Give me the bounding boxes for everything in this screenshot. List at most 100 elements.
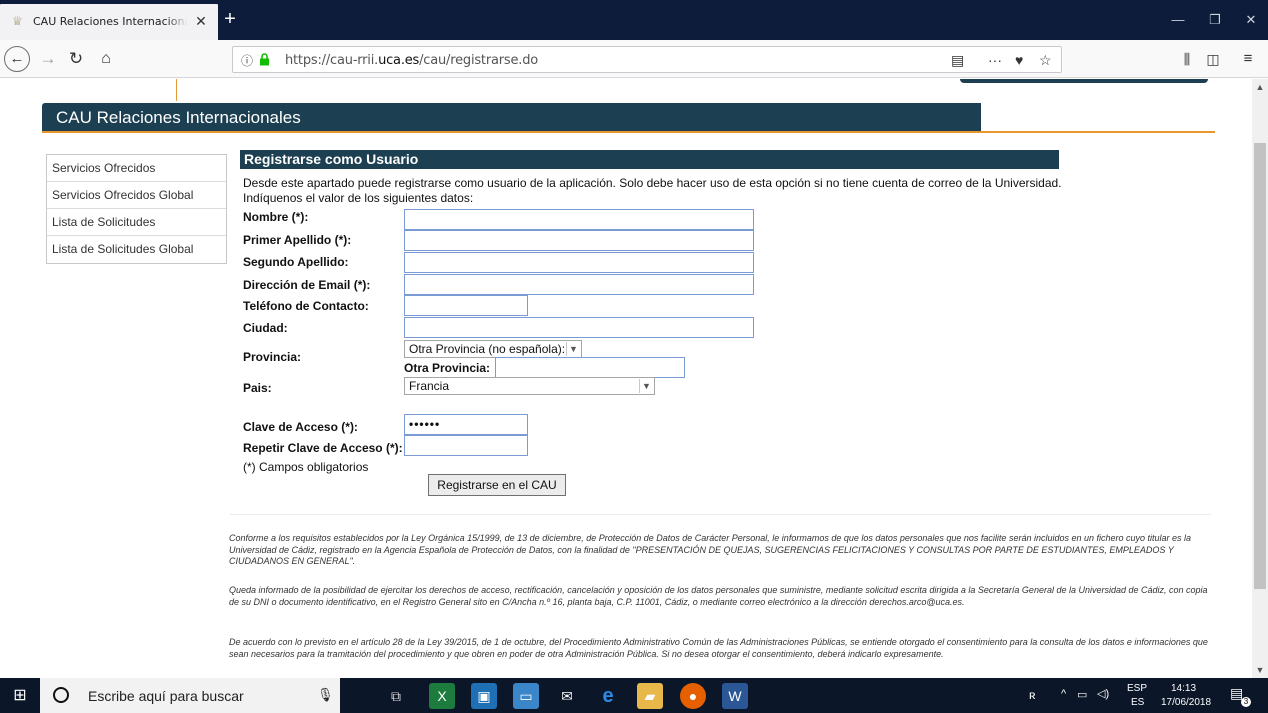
segundo-apellido-input[interactable] (404, 252, 754, 273)
new-tab-icon[interactable]: + (220, 8, 240, 30)
clock-date[interactable]: 17/06/2018 (1161, 697, 1211, 708)
legal-paragraph-1: Conforme a los requisitos establecidos p… (229, 533, 1192, 566)
close-tab-icon[interactable]: ✕ (193, 13, 209, 29)
provincia-selected-value: Otra Provincia (no española): (409, 342, 566, 356)
taskbar-search-placeholder: Escribe aquí para buscar (88, 688, 244, 704)
word-icon[interactable]: W (722, 683, 748, 709)
pais-select[interactable]: Francia ▼ (404, 377, 655, 395)
otra-provincia-label: Otra Provincia: (404, 361, 491, 375)
bookmark-star-icon[interactable]: ☆ (1039, 52, 1052, 69)
repetir-clave-input[interactable] (404, 435, 528, 456)
header-divider (42, 131, 1215, 133)
ciudad-input[interactable] (404, 317, 754, 338)
repetir-clave-label: Repetir Clave de Acceso (*): (243, 441, 403, 455)
tab-title: CAU Relaciones Internacionales (33, 15, 188, 31)
home-icon[interactable]: ⌂ (94, 48, 118, 70)
sidebar-item-lista-solicitudes[interactable]: Lista de Solicitudes (47, 209, 226, 236)
required-fields-note: (*) Campos obligatorios (243, 460, 369, 474)
provincia-label: Provincia: (243, 350, 302, 364)
task-view-icon[interactable]: ⧉ (383, 683, 409, 709)
store-icon[interactable]: ▣ (471, 683, 497, 709)
reader-view-icon[interactable]: ▤ (951, 52, 964, 69)
show-hidden-icons[interactable]: ^ (1061, 688, 1066, 700)
segundo-apellido-label: Segundo Apellido: (243, 255, 349, 269)
input-locale[interactable]: ES (1131, 697, 1144, 708)
sidebar-item-servicios-ofrecidos-global[interactable]: Servicios Ofrecidos Global (47, 182, 226, 209)
clave-label: Clave de Acceso (*): (243, 420, 358, 434)
people-icon[interactable]: ʀ (1029, 688, 1036, 702)
browser-tab[interactable]: ♕ CAU Relaciones Internacionales ✕ (0, 4, 218, 40)
lock-icon (260, 53, 269, 66)
file-explorer-icon[interactable]: ▭ (513, 683, 539, 709)
decorative-bar (960, 79, 1208, 83)
volume-icon[interactable]: ◁) (1097, 687, 1109, 700)
legal-divider (230, 514, 1211, 515)
pais-label: Pais: (243, 381, 272, 395)
telefono-input[interactable] (404, 295, 528, 316)
menu-icon[interactable]: ≡ (1236, 48, 1260, 70)
network-icon[interactable]: ▭ (1077, 688, 1087, 701)
nombre-label: Nombre (*): (243, 210, 309, 224)
pocket-icon[interactable]: ♥ (1015, 52, 1023, 68)
sidebar-item-servicios-ofrecidos[interactable]: Servicios Ofrecidos (47, 155, 226, 182)
windows-taskbar: ⊞ Escribe aquí para buscar 🎙 ⧉ X ▣ ▭ ✉ e… (0, 678, 1268, 713)
address-bar[interactable]: ⓘ https://cau-rrii.uca.es/cau/registrars… (232, 46, 1062, 73)
decorative-line (176, 79, 177, 101)
page-scrollbar[interactable]: ▲ ▼ (1252, 79, 1268, 678)
cortana-icon (53, 687, 69, 703)
input-language[interactable]: ESP (1127, 683, 1147, 694)
register-button[interactable]: Registrarse en el CAU (428, 474, 566, 496)
email-label: Dirección de Email (*): (243, 278, 371, 292)
mail-icon[interactable]: ✉ (554, 683, 580, 709)
pais-selected-value: Francia (409, 379, 450, 393)
library-icon[interactable]: ⫼ (1175, 48, 1199, 70)
site-title: CAU Relaciones Internacionales (56, 108, 301, 127)
forward-arrow-icon[interactable]: → (36, 48, 60, 70)
chevron-down-icon: ▼ (566, 342, 580, 356)
scroll-up-icon[interactable]: ▲ (1254, 82, 1266, 92)
ciudad-label: Ciudad: (243, 321, 288, 335)
nombre-input[interactable] (404, 209, 754, 230)
email-input[interactable] (404, 274, 754, 295)
excel-icon[interactable]: X (429, 683, 455, 709)
windows-start-icon[interactable]: ⊞ (0, 678, 40, 713)
browser-nav-bar: ← → ↻ ⌂ ⓘ https://cau-rrii.uca.es/cau/re… (0, 40, 1268, 78)
edge-icon[interactable]: e (595, 683, 621, 709)
form-instructions: Indíquenos el valor de los siguientes da… (243, 191, 474, 205)
firefox-icon[interactable]: ● (680, 683, 706, 709)
form-title: Registrarse como Usuario (244, 151, 419, 167)
primer-apellido-input[interactable] (404, 230, 754, 251)
url-text: https://cau-rrii.uca.es/cau/registrarse.… (285, 53, 538, 68)
back-arrow-icon[interactable]: ← (4, 46, 30, 72)
scrollbar-thumb[interactable] (1254, 143, 1266, 589)
scroll-down-icon[interactable]: ▼ (1254, 665, 1266, 675)
page-viewport: CAU Relaciones Internacionales Servicios… (0, 79, 1252, 678)
legal-paragraph-3: De acuerdo con lo previsto en el artícul… (229, 637, 1208, 659)
form-header: Registrarse como Usuario (240, 150, 1059, 169)
browser-tab-bar: ♕ CAU Relaciones Internacionales ✕ + — ❐… (0, 0, 1268, 40)
primer-apellido-label: Primer Apellido (*): (243, 233, 352, 247)
provincia-select[interactable]: Otra Provincia (no española): ▼ (404, 340, 582, 358)
sidebar-menu: Servicios Ofrecidos Servicios Ofrecidos … (46, 154, 227, 264)
site-favicon-icon: ♕ (12, 14, 23, 28)
microphone-icon[interactable]: 🎙 (317, 687, 334, 703)
chevron-down-icon: ▼ (639, 379, 653, 393)
page-actions-icon[interactable]: ··· (988, 52, 1002, 68)
taskbar-search[interactable]: Escribe aquí para buscar 🎙 (40, 678, 340, 713)
minimize-icon[interactable]: — (1163, 10, 1193, 30)
close-window-icon[interactable]: ✕ (1236, 10, 1266, 30)
legal-paragraph-2: Queda informado de la posibilidad de eje… (229, 585, 1208, 607)
otra-provincia-input[interactable] (495, 357, 685, 378)
clock-time[interactable]: 14:13 (1171, 683, 1196, 694)
reload-icon[interactable]: ↻ (64, 48, 88, 70)
form-intro: Desde este apartado puede registrarse co… (243, 176, 1062, 190)
telefono-label: Teléfono de Contacto: (243, 299, 369, 313)
clave-input[interactable]: •••••• (404, 414, 528, 435)
site-header: CAU Relaciones Internacionales (42, 103, 981, 131)
notification-count-badge: 3 (1241, 697, 1251, 707)
sidebar-toggle-icon[interactable]: ◫ (1201, 48, 1225, 70)
folder-icon[interactable]: ▰ (637, 683, 663, 709)
info-icon[interactable]: ⓘ (241, 52, 253, 69)
sidebar-item-lista-solicitudes-global[interactable]: Lista de Solicitudes Global (47, 236, 226, 263)
restore-icon[interactable]: ❐ (1200, 10, 1230, 30)
